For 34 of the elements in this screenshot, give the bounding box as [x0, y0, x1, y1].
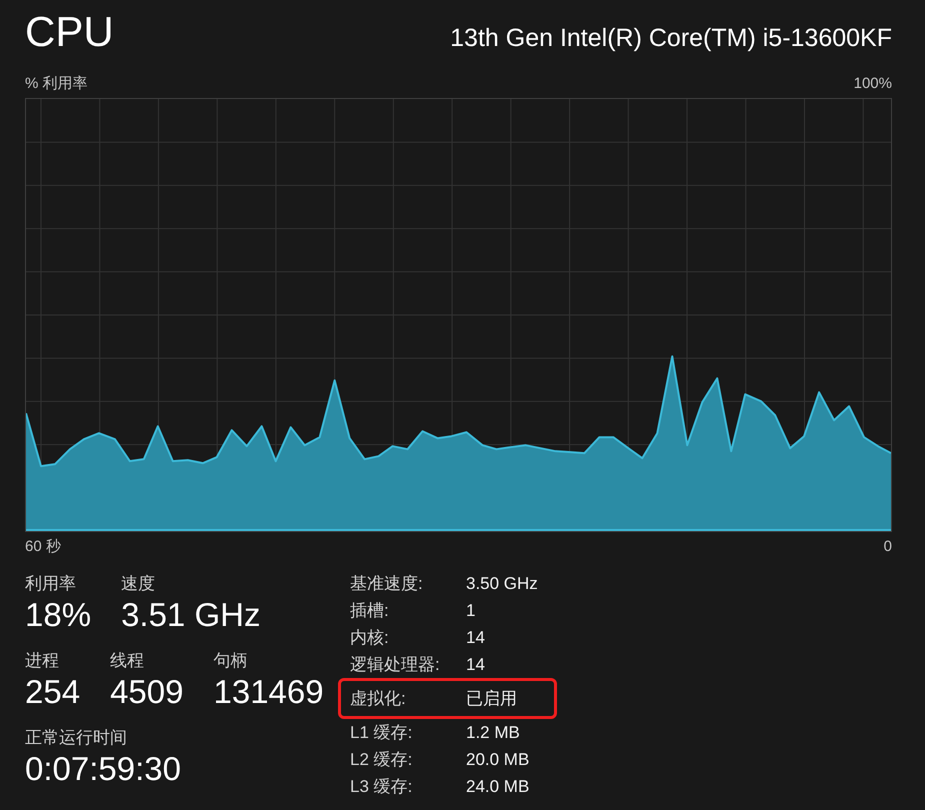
- stat-value: 254: [25, 673, 80, 711]
- x-axis-start-label: 60 秒: [25, 537, 61, 557]
- detail-value: 1.2 MB: [466, 722, 520, 744]
- stat-value: 131469: [213, 673, 324, 711]
- detail-label: 内核:: [350, 627, 390, 649]
- stat-value: 18%: [25, 596, 92, 634]
- detail-label: L2 缓存:: [350, 749, 414, 771]
- stat-value: 4509: [110, 673, 184, 711]
- page-title: CPU: [25, 7, 114, 57]
- stat-label: 句柄: [213, 650, 248, 672]
- stat-value: 3.51 GHz: [121, 596, 260, 634]
- detail-label: 虚拟化:: [350, 688, 407, 710]
- x-axis-end-label: 0: [884, 537, 892, 557]
- detail-label: 基准速度:: [350, 573, 424, 595]
- stat-label: 线程: [110, 650, 146, 672]
- detail-value: 14: [466, 627, 485, 649]
- stat-label: 速度: [121, 573, 156, 595]
- y-axis-max-label: 100%: [854, 74, 892, 94]
- detail-label: 插槽:: [350, 600, 390, 622]
- detail-label: L3 缓存:: [350, 776, 414, 798]
- stat-label: 正常运行时间: [25, 727, 128, 749]
- stat-label: 进程: [25, 650, 60, 672]
- detail-value: 14: [466, 654, 485, 676]
- detail-value: 20.0 MB: [466, 749, 530, 771]
- detail-value: 1: [466, 600, 476, 622]
- stat-label: 利用率: [25, 573, 77, 595]
- detail-label: 逻辑处理器:: [350, 654, 441, 676]
- detail-label: L1 缓存:: [350, 722, 414, 744]
- detail-value: 3.50 GHz: [466, 573, 538, 595]
- y-axis-label: % 利用率: [25, 74, 88, 94]
- processor-name: 13th Gen Intel(R) Core(TM) i5-13600KF: [450, 23, 892, 53]
- stat-value: 0:07:59:30: [25, 750, 181, 788]
- detail-value: 已启用: [466, 688, 517, 710]
- detail-value: 24.0 MB: [466, 776, 530, 798]
